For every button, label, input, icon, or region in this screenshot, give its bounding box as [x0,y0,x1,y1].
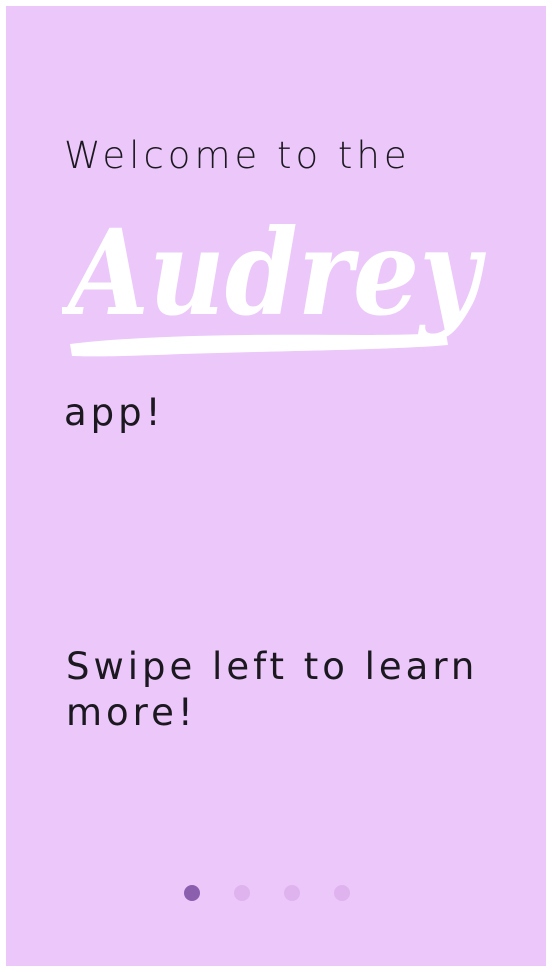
app-text: app! [64,391,165,434]
page-dot-3[interactable] [284,885,300,901]
page-dot-1[interactable] [184,885,200,901]
onboarding-screen[interactable]: Welcome to the Audrey app! Swipe left to… [6,6,546,966]
brand-name: Audrey [62,203,487,342]
page-indicator [184,885,350,901]
audrey-logo: Audrey [62,194,492,374]
swipe-hint-text: Swipe left to learn more! [66,645,479,734]
page-dot-4[interactable] [334,885,350,901]
page-dot-2[interactable] [234,885,250,901]
welcome-text: Welcome to the [64,134,411,177]
